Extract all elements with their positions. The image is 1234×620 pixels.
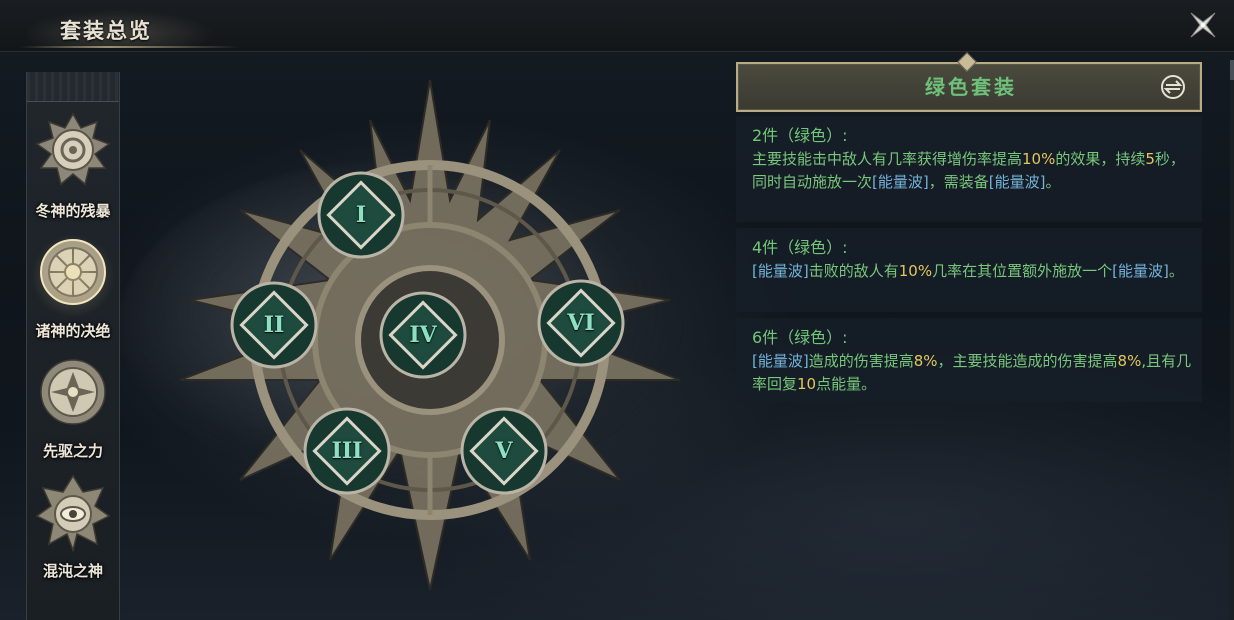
sidebar-item-pioneer-power[interactable]: 先驱之力 bbox=[25, 350, 121, 468]
bonus-title: 6件（绿色）: bbox=[752, 328, 848, 347]
value-highlight: 8% bbox=[1117, 352, 1142, 370]
value-highlight: 8% bbox=[913, 352, 938, 370]
bonus-description: [能量波]造成的伤害提高8%，主要技能造成的伤害提高8%,且有几率回复10点能量… bbox=[752, 350, 1192, 396]
scrollbar[interactable] bbox=[1230, 60, 1234, 620]
sidebar-ornament bbox=[27, 72, 119, 102]
bonus-2-piece: 2件（绿色）: 主要技能击中敌人有几率获得增伤率提高10%的效果，持续5秒，同时… bbox=[736, 116, 1202, 222]
skill-keyword: [能量波] bbox=[872, 173, 929, 191]
skill-keyword: [能量波] bbox=[752, 262, 809, 280]
sidebar-item-label: 先驱之力 bbox=[42, 442, 103, 460]
node-numeral: III bbox=[331, 438, 363, 464]
bonus-title: 2件（绿色）: bbox=[752, 126, 848, 145]
sidebar-item-label: 冬神的残暴 bbox=[35, 202, 111, 220]
description-text: ，主要技能造成的伤害提高 bbox=[937, 352, 1118, 370]
node-numeral: I bbox=[355, 202, 367, 228]
bonus-description: [能量波]击败的敌人有10%几率在其位置额外施放一个[能量波]。 bbox=[752, 260, 1192, 283]
title-bar: 套装总览 bbox=[0, 0, 1234, 52]
description-text: ，需装备 bbox=[928, 173, 989, 191]
pioneer-power-emblem-icon bbox=[40, 359, 106, 425]
winter-god-emblem-icon bbox=[35, 112, 111, 186]
node-numeral: II bbox=[263, 312, 285, 338]
node-numeral: V bbox=[495, 438, 513, 464]
set-node-1[interactable]: I bbox=[316, 170, 406, 260]
skill-keyword: [能量波] bbox=[752, 352, 809, 370]
description-text: 。 bbox=[1045, 173, 1061, 191]
description-text: 的效果，持续 bbox=[1055, 150, 1146, 168]
set-node-2[interactable]: II bbox=[229, 280, 319, 370]
node-numeral: VI bbox=[567, 310, 595, 336]
skill-keyword: [能量波] bbox=[988, 173, 1046, 191]
chaos-god-emblem-icon bbox=[35, 474, 111, 553]
sidebar-item-gods-resolve[interactable]: 诸神的决绝 bbox=[25, 230, 121, 348]
switch-set-button[interactable] bbox=[1160, 74, 1186, 100]
value-highlight: 10 bbox=[797, 375, 817, 393]
sidebar-item-chaos-god[interactable]: 混沌之神 bbox=[25, 470, 121, 588]
set-node-5[interactable]: V bbox=[459, 406, 549, 496]
description-text: 击败的敌人有 bbox=[808, 262, 899, 280]
description-text: 造成的伤害提高 bbox=[808, 352, 914, 370]
description-text: 主要技能击中敌人有几率获得增伤率提高 bbox=[752, 150, 1023, 168]
gods-resolve-emblem-icon bbox=[40, 239, 106, 305]
description-text: 点能量。 bbox=[816, 375, 877, 393]
swap-icon bbox=[1161, 75, 1185, 99]
bonus-description: 主要技能击中敌人有几率获得增伤率提高10%的效果，持续5秒，同时自动施放一次[能… bbox=[752, 148, 1192, 194]
set-node-6[interactable]: VI bbox=[536, 278, 626, 368]
set-title: 绿色套装 bbox=[925, 75, 1017, 99]
scrollbar-thumb[interactable] bbox=[1230, 60, 1234, 80]
value-highlight: 5 bbox=[1145, 150, 1155, 168]
set-node-3[interactable]: III bbox=[302, 406, 392, 496]
sidebar-item-label: 诸神的决绝 bbox=[35, 322, 111, 340]
sidebar-item-winter-god[interactable]: 冬神的残暴 bbox=[25, 110, 121, 228]
close-icon bbox=[1190, 12, 1216, 38]
bonus-4-piece: 4件（绿色）: [能量波]击败的敌人有10%几率在其位置额外施放一个[能量波]。 bbox=[736, 228, 1202, 312]
skill-keyword: [能量波] bbox=[1112, 262, 1169, 280]
bonus-6-piece: 6件（绿色）: [能量波]造成的伤害提高8%，主要技能造成的伤害提高8%,且有几… bbox=[736, 318, 1202, 402]
close-button[interactable] bbox=[1188, 10, 1218, 40]
description-text: 几率在其位置额外施放一个 bbox=[932, 262, 1113, 280]
value-highlight: 10% bbox=[898, 262, 933, 280]
bonus-title: 4件（绿色）: bbox=[752, 238, 848, 257]
sidebar-item-label: 混沌之神 bbox=[42, 562, 103, 580]
description-text: 。 bbox=[1168, 262, 1184, 280]
set-category-sidebar: 冬神的残暴 诸神的决绝 先驱之力 混沌之神 bbox=[26, 72, 120, 620]
value-highlight: 10% bbox=[1022, 150, 1056, 168]
title-underline bbox=[20, 46, 240, 48]
set-node-4[interactable]: IV bbox=[378, 290, 468, 380]
page-title: 套装总览 bbox=[60, 18, 152, 43]
node-numeral: IV bbox=[409, 322, 437, 348]
